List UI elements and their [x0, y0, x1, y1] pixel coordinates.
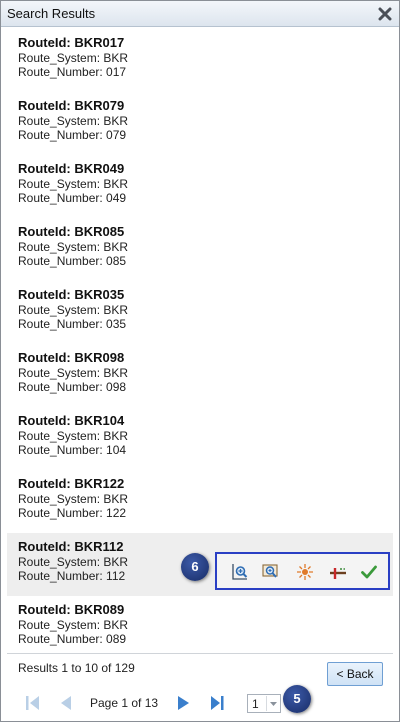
- route-id: RouteId: BKR079: [18, 98, 125, 113]
- list-item[interactable]: RouteId: BKR085 Route_System: BKR Route_…: [7, 218, 393, 281]
- list-item[interactable]: RouteId: BKR035 Route_System: BKR Route_…: [7, 281, 393, 344]
- route-system: Route_System: BKR: [18, 618, 129, 632]
- checkmark-icon[interactable]: [360, 563, 378, 581]
- page-select[interactable]: 1: [247, 694, 281, 713]
- route-number: Route_Number: 085: [18, 254, 127, 268]
- first-page-icon[interactable]: [25, 694, 41, 712]
- route-id: RouteId: BKR089: [18, 602, 125, 617]
- route-system: Route_System: BKR: [18, 303, 129, 317]
- callout-badge: 6: [181, 553, 209, 581]
- route-system: Route_System: BKR: [18, 555, 129, 569]
- list-item[interactable]: RouteId: BKR017 Route_System: BKR Route_…: [7, 29, 393, 92]
- route-id: RouteId: BKR085: [18, 224, 125, 239]
- title-bar: Search Results: [1, 1, 399, 27]
- callout-badge: 5: [283, 685, 311, 713]
- page-select-value: 1: [252, 697, 259, 711]
- route-number: Route_Number: 104: [18, 443, 127, 457]
- page-indicator: Page 1 of 13: [90, 696, 159, 710]
- route-number: Route_Number: 035: [18, 317, 127, 331]
- route-system: Route_System: BKR: [18, 51, 129, 65]
- route-number: Route_Number: 122: [18, 506, 127, 520]
- route-id: RouteId: BKR122: [18, 476, 125, 491]
- back-button[interactable]: < Back: [327, 662, 383, 686]
- route-id: RouteId: BKR017: [18, 35, 125, 50]
- list-item[interactable]: RouteId: BKR098 Route_System: BKR Route_…: [7, 344, 393, 407]
- route-id: RouteId: BKR035: [18, 287, 125, 302]
- route-system: Route_System: BKR: [18, 177, 129, 191]
- route-number: Route_Number: 112: [18, 569, 126, 583]
- route-system: Route_System: BKR: [18, 429, 129, 443]
- last-page-icon[interactable]: [209, 694, 225, 712]
- route-system: Route_System: BKR: [18, 114, 129, 128]
- route-number: Route_Number: 017: [18, 65, 127, 79]
- list-item[interactable]: RouteId: BKR049 Route_System: BKR Route_…: [7, 155, 393, 218]
- flash-feature-icon[interactable]: [296, 563, 314, 581]
- zoom-to-extent-icon[interactable]: [262, 563, 280, 581]
- chevron-down-icon[interactable]: [266, 696, 279, 711]
- results-summary: Results 1 to 10 of 129: [18, 661, 135, 675]
- panel-title: Search Results: [7, 6, 96, 21]
- route-number: Route_Number: 049: [18, 191, 127, 205]
- route-id: RouteId: BKR049: [18, 161, 125, 176]
- list-item[interactable]: RouteId: BKR122 Route_System: BKR Route_…: [7, 470, 393, 533]
- list-item[interactable]: RouteId: BKR089 Route_System: BKR Route_…: [7, 596, 393, 651]
- set-measure-icon[interactable]: [329, 563, 347, 581]
- previous-page-icon[interactable]: [58, 694, 74, 712]
- close-icon[interactable]: [376, 5, 394, 23]
- search-results-panel: Search Results RouteId: BKR017 Route_Sys…: [0, 0, 400, 722]
- route-system: Route_System: BKR: [18, 240, 129, 254]
- divider: [7, 653, 393, 654]
- route-system: Route_System: BKR: [18, 366, 129, 380]
- route-number: Route_Number: 098: [18, 380, 127, 394]
- route-id: RouteId: BKR112: [18, 539, 124, 554]
- list-item[interactable]: RouteId: BKR104 Route_System: BKR Route_…: [7, 407, 393, 470]
- route-id: RouteId: BKR098: [18, 350, 125, 365]
- list-item[interactable]: RouteId: BKR079 Route_System: BKR Route_…: [7, 92, 393, 155]
- zoom-to-feature-icon[interactable]: [231, 563, 249, 581]
- route-system: Route_System: BKR: [18, 492, 129, 506]
- route-id: RouteId: BKR104: [18, 413, 125, 428]
- row-action-toolbar: [215, 552, 390, 590]
- next-page-icon[interactable]: [175, 694, 191, 712]
- route-number: Route_Number: 079: [18, 128, 127, 142]
- route-number: Route_Number: 089: [18, 632, 127, 646]
